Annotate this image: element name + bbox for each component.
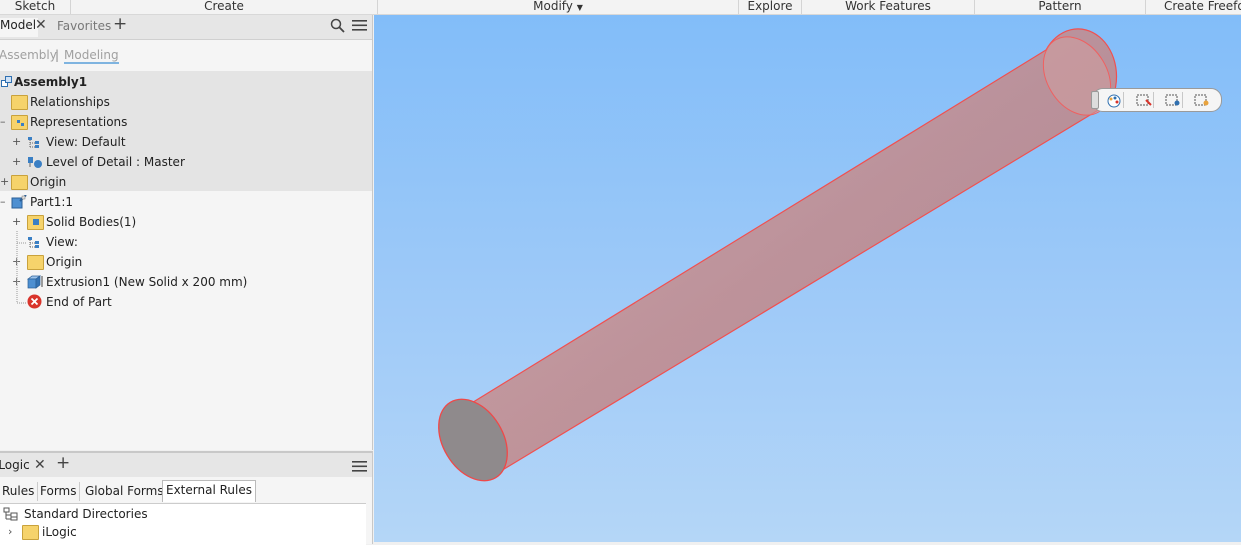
model-browser: Model ✕ Favorites + Assembly | Modeling … (0, 15, 373, 450)
list-label: iLogic (42, 525, 77, 539)
tab-forms[interactable]: Forms (37, 482, 81, 501)
tree-node-solid-bodies[interactable]: + Solid Bodies(1) (0, 212, 372, 232)
tree-label: End of Part (46, 295, 112, 309)
tree-node-origin-assembly[interactable]: + Origin (0, 172, 372, 192)
tree-node-extrusion[interactable]: + Extrusion1 (New Solid x 200 mm) (0, 272, 372, 292)
add-tab-icon[interactable]: + (113, 16, 127, 33)
appearance-icon[interactable] (1105, 92, 1124, 108)
list-item-ilogic-folder[interactable]: › iLogic (0, 523, 366, 541)
ilogic-tab-bar: iLogic ✕ + (0, 453, 372, 477)
tab-model[interactable]: Model (0, 18, 39, 37)
ribbon-group-sketch[interactable]: Sketch (0, 0, 71, 14)
tree-connector-lines (16, 231, 26, 304)
ilogic-panel: iLogic ✕ + Rules Forms Global Forms Exte… (0, 451, 373, 545)
select-edge-icon[interactable] (1135, 92, 1154, 108)
mode-separator: | (55, 48, 60, 62)
select-feature-icon[interactable] (1193, 92, 1211, 108)
ribbon-group-create[interactable]: Create (71, 0, 378, 14)
menu-icon[interactable] (352, 18, 367, 35)
tree-label: Origin (46, 255, 83, 269)
tree-node-representations[interactable]: – Representations (0, 112, 372, 132)
tab-favorites[interactable]: Favorites (57, 19, 111, 33)
tab-ilogic[interactable]: iLogic (0, 458, 30, 472)
mode-assembly[interactable]: Assembly (0, 48, 57, 62)
graphics-viewport[interactable] (374, 15, 1241, 542)
browser-mode-switch: Assembly | Modeling (0, 39, 372, 69)
grip-handle[interactable] (1091, 91, 1099, 109)
ribbon-group-explore[interactable]: Explore (739, 0, 802, 14)
tree-node-view[interactable]: View: (0, 232, 372, 252)
list-label: Standard Directories (24, 507, 148, 521)
tree-label: Solid Bodies(1) (46, 215, 137, 229)
tab-model-label: Model (0, 18, 37, 32)
menu-icon[interactable] (352, 459, 367, 476)
tree-label: Extrusion1 (New Solid x 200 mm) (46, 275, 248, 289)
ilogic-subtabs: Rules Forms Global Forms External Rules (0, 480, 372, 502)
tab-rules[interactable]: Rules (0, 482, 39, 501)
directories-icon (3, 507, 18, 521)
tree-node-part[interactable]: – Part1:1 (0, 192, 372, 212)
tree-label: Representations (30, 115, 128, 129)
ribbon-group-create-freeform[interactable]: Create Freeform (1146, 0, 1241, 14)
tree-node-origin-part[interactable]: + Origin (0, 252, 372, 272)
close-icon[interactable]: ✕ (35, 18, 47, 32)
ribbon-group-labels: Sketch Create Modify ▼ Explore Work Feat… (0, 0, 1241, 15)
chevron-right-icon[interactable]: › (8, 523, 12, 541)
search-icon[interactable] (330, 18, 345, 36)
add-tab-icon[interactable]: + (56, 455, 70, 472)
cylinder-body (443, 28, 1118, 481)
ribbon-group-work-features[interactable]: Work Features (802, 0, 975, 14)
select-face-icon[interactable] (1164, 92, 1183, 108)
close-icon[interactable]: ✕ (34, 458, 46, 472)
tab-external-rules[interactable]: External Rules (162, 480, 256, 502)
tab-global-forms[interactable]: Global Forms (82, 482, 168, 501)
tree-label: View: Default (46, 135, 126, 149)
ribbon-group-pattern[interactable]: Pattern (975, 0, 1146, 14)
mini-toolbar (1091, 88, 1222, 112)
list-item-standard-directories[interactable]: Standard Directories (0, 505, 366, 523)
ribbon-group-modify-label: Modify (533, 0, 573, 13)
tree-label: Relationships (30, 95, 110, 109)
tree-node-level-of-detail[interactable]: + Level of Detail : Master (0, 152, 372, 172)
mode-modeling[interactable]: Modeling (64, 48, 119, 64)
tree-label: Level of Detail : Master (46, 155, 185, 169)
tree-node-view-default[interactable]: + View: Default (0, 132, 372, 152)
folder-icon (22, 525, 39, 540)
chevron-down-icon: ▼ (576, 3, 583, 12)
ribbon-group-modify[interactable]: Modify ▼ (378, 0, 739, 14)
external-rules-list: Standard Directories › iLogic (0, 503, 366, 545)
tree-node-assembly[interactable]: Assembly1 (0, 72, 372, 92)
browser-tab-bar: Model ✕ Favorites + (0, 15, 372, 40)
tree-label: View: (46, 235, 78, 249)
tree-node-end-of-part[interactable]: End of Part (0, 292, 372, 312)
tree-node-relationships[interactable]: Relationships (0, 92, 372, 112)
